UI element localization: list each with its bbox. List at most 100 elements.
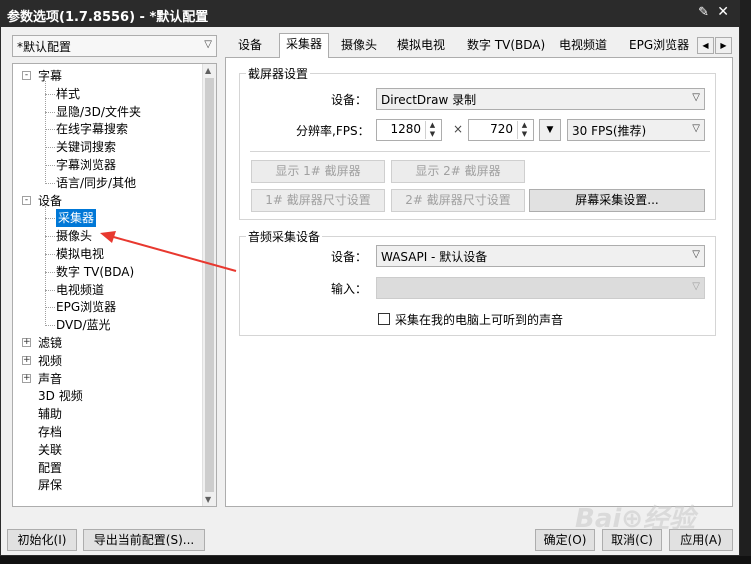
spin-up-icon[interactable]: ▲ bbox=[426, 121, 439, 130]
tree-connector bbox=[45, 93, 55, 95]
tree-item-label: 配置 bbox=[38, 460, 63, 475]
scroll-up-icon[interactable]: ▲ bbox=[205, 66, 211, 75]
tab-1[interactable]: 设备 bbox=[232, 35, 268, 57]
tree-item-label: DVD/蓝光 bbox=[56, 318, 111, 333]
collapse-icon[interactable]: - bbox=[22, 71, 31, 80]
tree-connector bbox=[45, 129, 55, 131]
width-stepper[interactable]: 1280 ▲ ▼ bbox=[376, 119, 442, 141]
tree-item-label: 屏保 bbox=[38, 478, 63, 493]
tree-connector bbox=[45, 325, 55, 327]
title-bar[interactable]: 参数选项(1.7.8556) - *默认配置 ✎ ✕ bbox=[1, 1, 739, 27]
tree-connector bbox=[45, 307, 55, 309]
tree-item[interactable]: - 设备 bbox=[13, 192, 203, 210]
tree-item[interactable]: + 视频 bbox=[13, 352, 203, 370]
chevron-down-icon: ▽ bbox=[692, 249, 700, 260]
audio-device-value: WASAPI - 默认设备 bbox=[381, 250, 488, 264]
tree-item[interactable]: 电视频道 bbox=[13, 281, 203, 299]
tree-item[interactable]: + 滤镜 bbox=[13, 334, 203, 352]
pin-icon[interactable]: ✎ bbox=[698, 5, 709, 20]
initialize-button[interactable]: 初始化(I) bbox=[7, 529, 77, 551]
scrollbar-thumb[interactable] bbox=[205, 78, 214, 492]
audio-device-select[interactable]: WASAPI - 默认设备 ▽ bbox=[376, 245, 705, 267]
tab-7[interactable]: EPG浏览器 bbox=[623, 35, 695, 57]
screen-capture-settings-button[interactable]: 屏幕采集设置... bbox=[529, 189, 705, 212]
tab-scroll-left-icon[interactable]: ◀ bbox=[697, 37, 714, 54]
profile-select[interactable]: *默认配置 ▽ bbox=[12, 35, 217, 57]
tree-item[interactable]: 关键词搜索 bbox=[13, 138, 203, 156]
tree-item[interactable]: 语言/同步/其他 bbox=[13, 174, 203, 192]
tab-5[interactable]: 数字 TV(BDA) bbox=[461, 35, 551, 57]
capturer-1-size-button[interactable]: 1# 截屏器尺寸设置 bbox=[251, 189, 385, 212]
tree-item[interactable]: DVD/蓝光 bbox=[13, 316, 203, 334]
tree-item-label: 样式 bbox=[56, 86, 81, 101]
tree-item[interactable]: 数字 TV(BDA) bbox=[13, 263, 203, 281]
tree-item[interactable]: 配置 bbox=[13, 459, 203, 477]
tree-item[interactable]: 字幕浏览器 bbox=[13, 156, 203, 174]
show-capturer-1-button[interactable]: 显示 1# 截屏器 bbox=[251, 160, 385, 183]
tree-item[interactable]: + 声音 bbox=[13, 370, 203, 388]
screen-device-select[interactable]: DirectDraw 录制 ▽ bbox=[376, 88, 705, 110]
audio-device-label: 设备： bbox=[331, 250, 368, 264]
tab-scroll-right-icon[interactable]: ▶ bbox=[715, 37, 732, 54]
tree-item[interactable]: 关联 bbox=[13, 441, 203, 459]
export-config-button[interactable]: 导出当前配置(S)... bbox=[83, 529, 205, 551]
preferences-window: 参数选项(1.7.8556) - *默认配置 ✎ ✕ *默认配置 ▽ ▲ ▼ -… bbox=[0, 0, 740, 556]
tree-connector bbox=[45, 182, 55, 184]
fps-select[interactable]: 30 FPS(推荐) ▽ bbox=[567, 119, 705, 141]
resolution-preset-button[interactable]: ▼ bbox=[539, 119, 561, 141]
spin-up-icon[interactable]: ▲ bbox=[518, 121, 531, 130]
tree-item-label: 采集器 bbox=[56, 209, 97, 228]
scroll-down-icon[interactable]: ▼ bbox=[205, 495, 211, 504]
expand-icon[interactable]: + bbox=[22, 373, 31, 383]
tree-item[interactable]: 在线字幕搜索 bbox=[13, 120, 203, 138]
tree-item[interactable]: 存档 bbox=[13, 423, 203, 441]
times-sign: × bbox=[453, 122, 464, 136]
close-icon[interactable]: ✕ bbox=[717, 4, 729, 20]
tab-6[interactable]: 电视频道 bbox=[553, 35, 613, 57]
tree-item[interactable]: 模拟电视 bbox=[13, 245, 203, 263]
tree-item[interactable]: 屏保 bbox=[13, 476, 203, 494]
tree-connector bbox=[45, 254, 55, 255]
tree-scrollbar[interactable]: ▲ ▼ bbox=[202, 64, 216, 506]
tree-item-label: 模拟电视 bbox=[56, 247, 105, 261]
tree-item[interactable]: 摄像头 bbox=[13, 227, 203, 245]
expand-icon[interactable]: + bbox=[22, 355, 31, 365]
tab-3[interactable]: 摄像头 bbox=[335, 35, 383, 57]
tree-item[interactable]: EPG浏览器 bbox=[13, 298, 203, 316]
tree-item-label: 语言/同步/其他 bbox=[56, 175, 137, 190]
audio-input-select[interactable]: ▽ bbox=[376, 277, 705, 299]
tree-item-label: 电视频道 bbox=[56, 282, 105, 297]
tree-item-label: 摄像头 bbox=[56, 229, 93, 244]
chevron-down-icon: ▽ bbox=[692, 123, 700, 134]
height-stepper[interactable]: 720 ▲ ▼ bbox=[468, 119, 534, 141]
tree-item[interactable]: 3D 视频 bbox=[13, 387, 203, 405]
tree-item-label: 字幕 bbox=[38, 69, 63, 83]
tree-item-label: 关联 bbox=[38, 442, 63, 457]
window-title: 参数选项(1.7.8556) - *默认配置 bbox=[7, 10, 209, 25]
collapse-icon[interactable]: - bbox=[22, 195, 31, 205]
expand-icon[interactable]: + bbox=[22, 338, 31, 347]
tree-item-label: 3D 视频 bbox=[38, 389, 83, 404]
tab-2[interactable]: 采集器 bbox=[279, 33, 330, 58]
tree-item[interactable]: - 字幕 bbox=[13, 67, 203, 85]
spin-down-icon[interactable]: ▼ bbox=[518, 130, 531, 139]
tree-item[interactable]: 显隐/3D/文件夹 bbox=[13, 103, 203, 121]
tree-connector bbox=[45, 165, 55, 166]
tree-connector bbox=[45, 81, 46, 182]
spin-down-icon[interactable]: ▼ bbox=[426, 130, 439, 139]
tree-item[interactable]: 采集器 bbox=[13, 209, 203, 228]
capturer-2-size-button[interactable]: 2# 截屏器尺寸设置 bbox=[391, 189, 525, 212]
show-capturer-2-button[interactable]: 显示 2# 截屏器 bbox=[391, 160, 525, 183]
tab-4[interactable]: 模拟电视 bbox=[391, 35, 451, 57]
tree-item[interactable]: 辅助 bbox=[13, 405, 203, 423]
tree-item[interactable]: 样式 bbox=[13, 85, 203, 103]
tree-item-label: 滤镜 bbox=[38, 336, 63, 350]
tree-item-label: 存档 bbox=[38, 425, 63, 439]
profile-select-value: *默认配置 bbox=[17, 40, 72, 54]
tree-item-label: 设备 bbox=[38, 193, 63, 208]
loopback-checkbox[interactable] bbox=[378, 313, 390, 325]
device-label: 设备： bbox=[331, 93, 368, 107]
loopback-label: 采集在我的电脑上可听到的声音 bbox=[395, 313, 564, 327]
screen-capture-title: 截屏器设置 bbox=[246, 65, 311, 82]
height-value: 720 bbox=[490, 122, 513, 136]
